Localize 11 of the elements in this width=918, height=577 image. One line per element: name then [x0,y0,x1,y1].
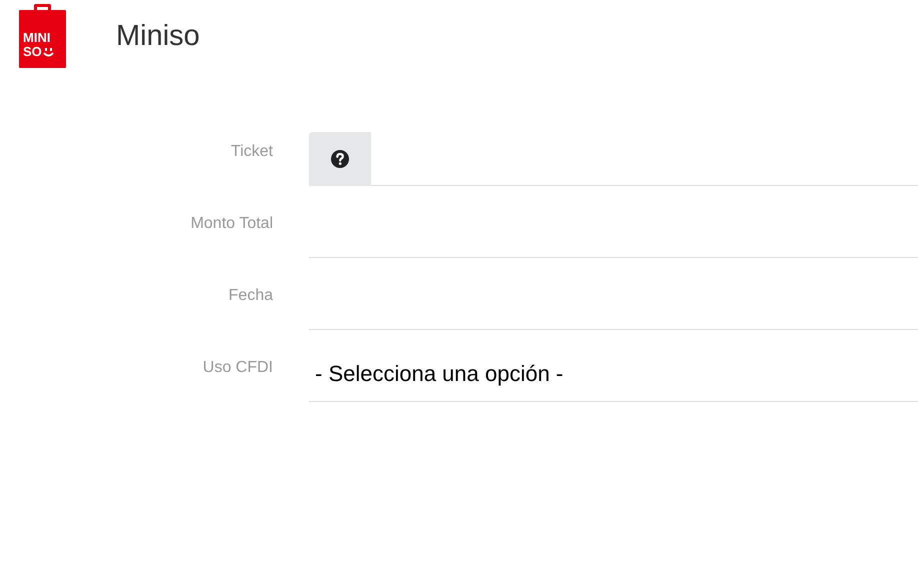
page-title: Miniso [116,22,200,51]
field-label: Uso CFDI [202,358,273,378]
field-label: Fecha [228,286,273,306]
field-label: Ticket [230,142,273,162]
smile-icon [42,46,54,58]
logo-text: MINI [23,31,50,45]
help-icon [331,150,349,168]
logo-text: SO [23,45,42,59]
select-field[interactable]: - Selecciona una opción - [309,357,918,402]
field-label: Monto Total [190,214,273,234]
help-button[interactable] [309,132,371,186]
